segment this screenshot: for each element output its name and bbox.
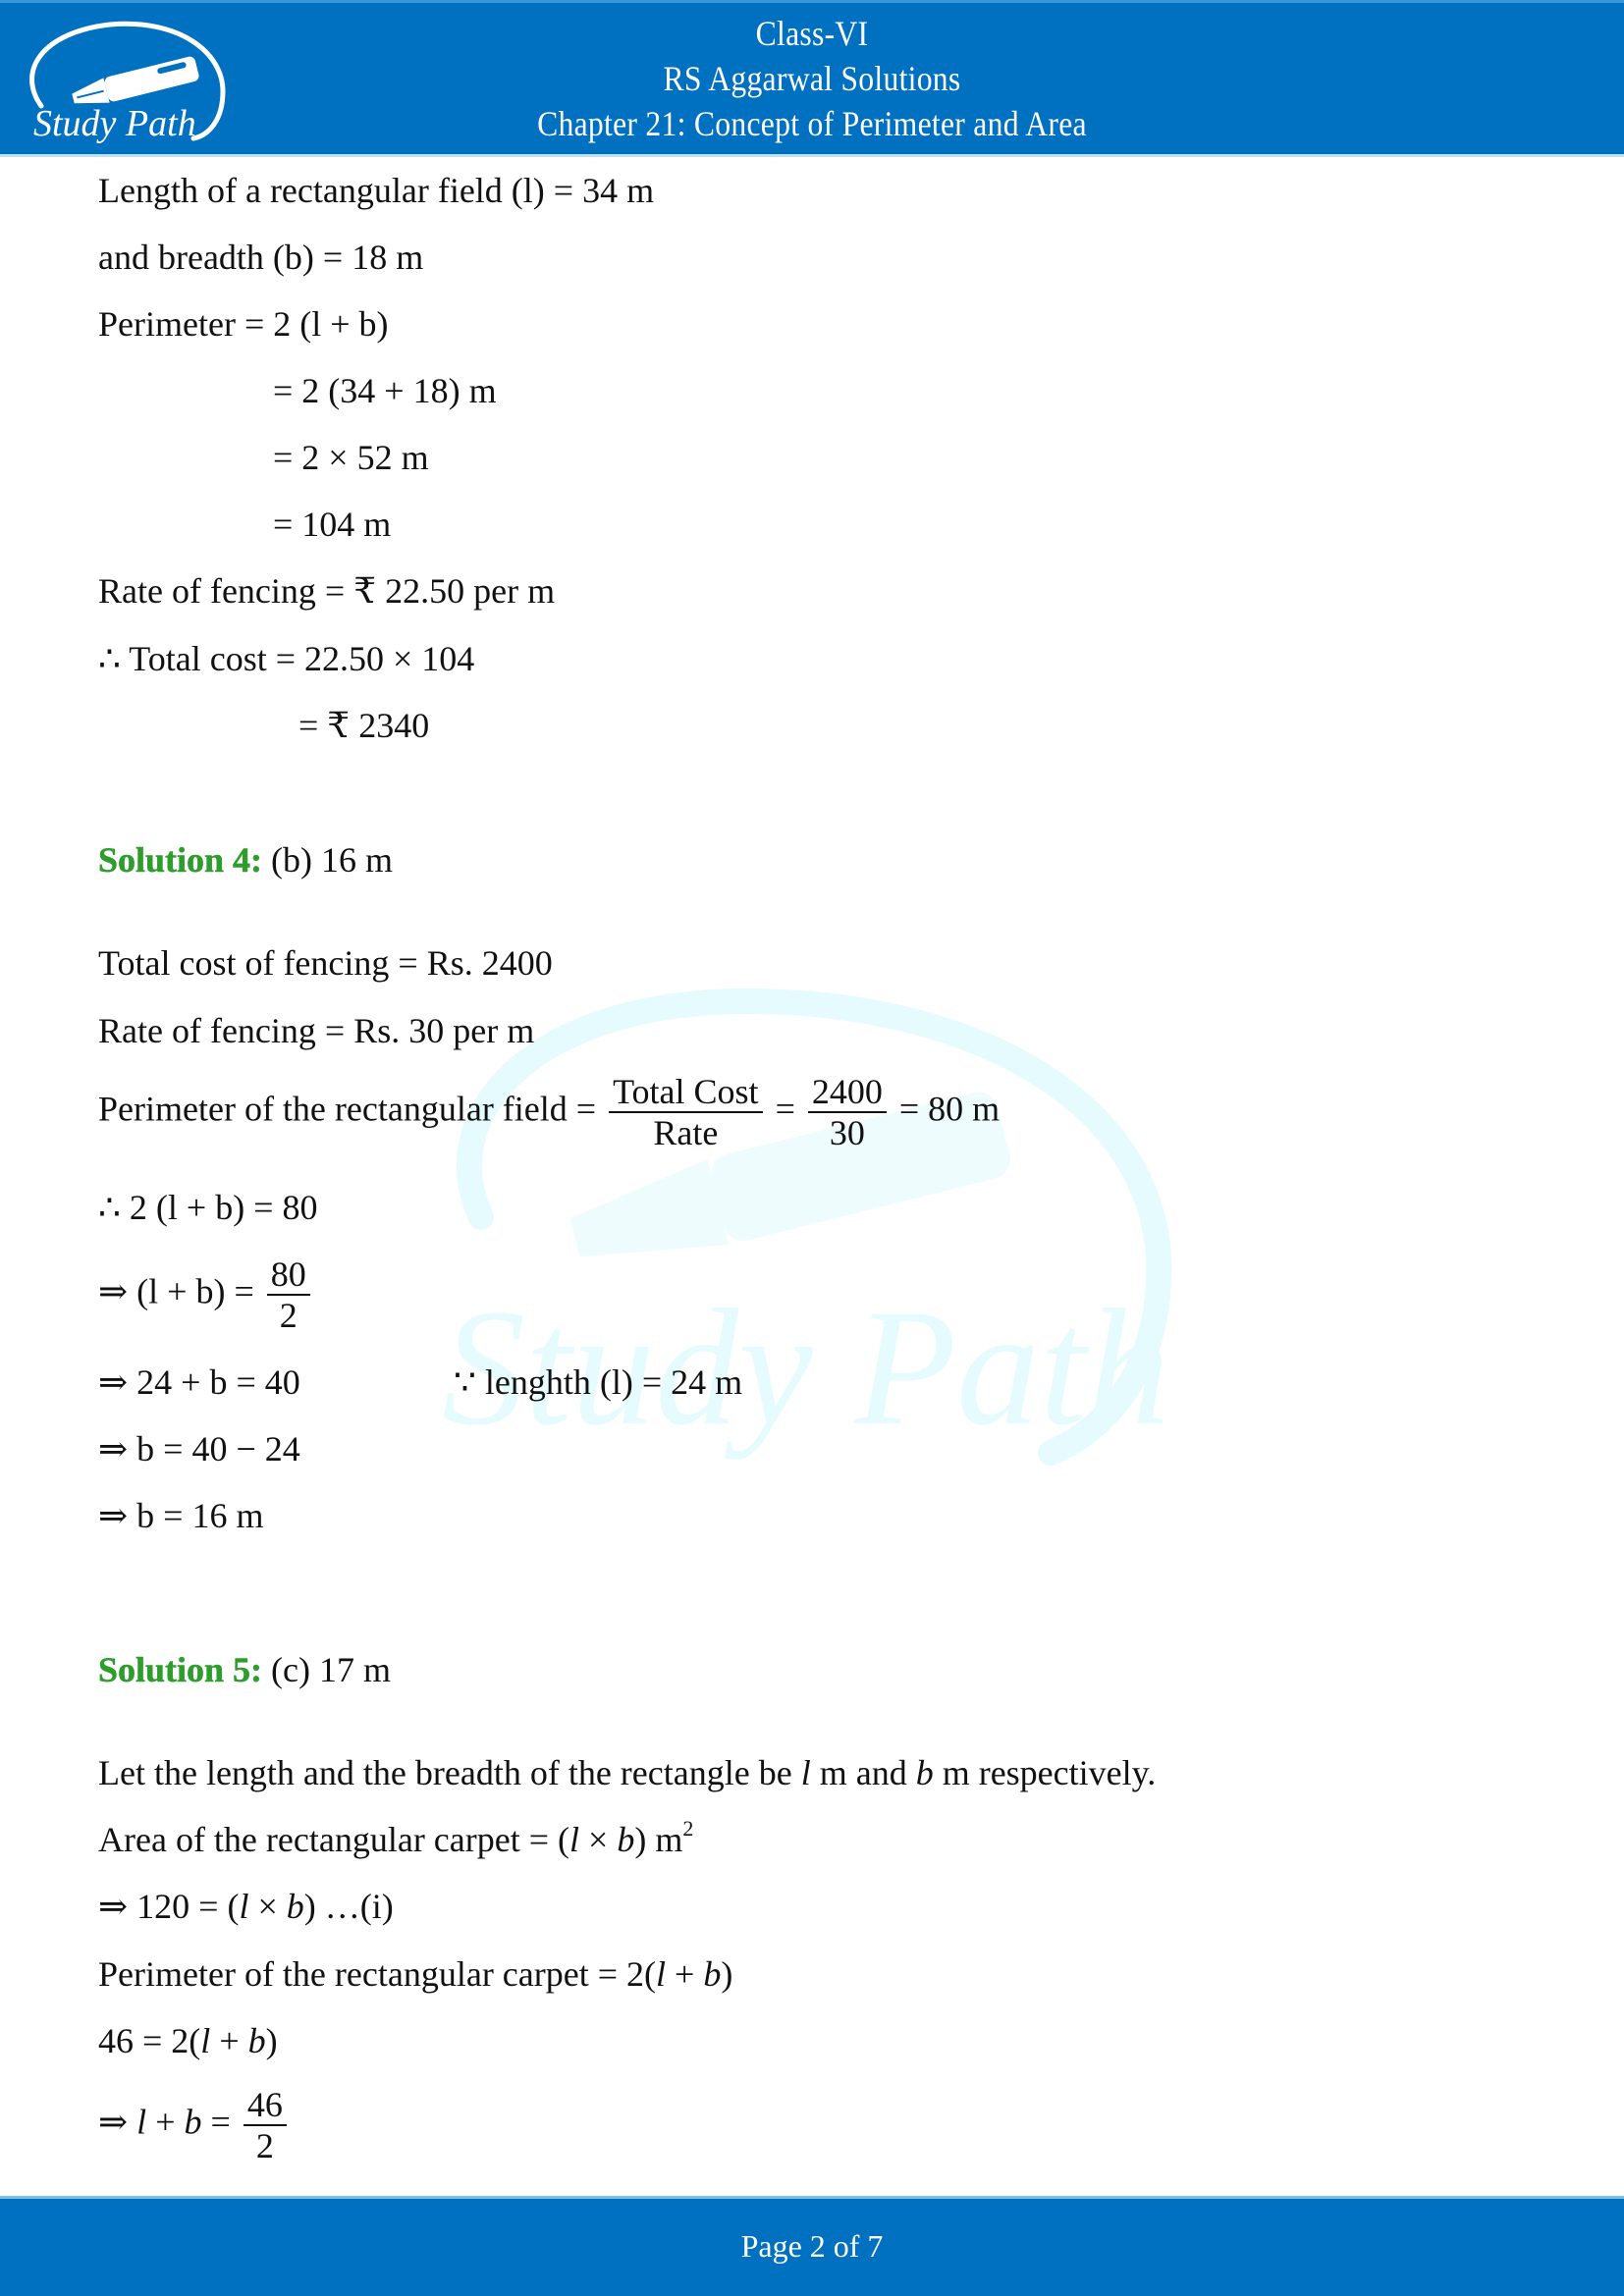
sol3-line-total-cost: ∴ Total cost = 22.50 × 104 xyxy=(98,639,475,678)
sol3-line-perimeter-result: = 104 m xyxy=(273,505,392,544)
sol3-line-rate: Rate of fencing = ₹ 22.50 per m xyxy=(98,571,556,611)
text: + xyxy=(146,2102,185,2142)
var-b: b xyxy=(703,1954,722,1994)
sol5-eq3: ⇒ l + b = 46 2 xyxy=(98,2085,291,2165)
sol3-line-perimeter-step2: = 2 × 52 m xyxy=(273,438,429,477)
text: ) m xyxy=(634,1820,683,1859)
sol4-perimeter-prefix: Perimeter of the rectangular field = xyxy=(98,1089,597,1129)
sol5-intro: Let the length and the breadth of the re… xyxy=(98,1753,1156,1792)
sol4-step2: ⇒ (l + b) = 80 2 xyxy=(98,1255,314,1335)
sol5-eq1: ⇒ 120 = (l × b) …(i) xyxy=(98,1887,394,1926)
text: + xyxy=(666,1954,704,1994)
sol4-step4: ⇒ b = 40 − 24 xyxy=(98,1429,300,1468)
text: ) xyxy=(721,1954,733,1994)
fraction-numerator: Total Cost xyxy=(609,1072,763,1113)
solution5-label: Solution 5: xyxy=(98,1650,263,1690)
chapter-title: Chapter 21: Concept of Perimeter and Are… xyxy=(537,104,1087,143)
superscript: 2 xyxy=(682,1816,694,1841)
sol4-line-total-cost: Total cost of fencing = Rs. 2400 xyxy=(98,943,553,983)
sol5-area: Area of the rectangular carpet = (l × b)… xyxy=(98,1818,693,1860)
var-b: b xyxy=(915,1753,934,1792)
sol3-line-length: Length of a rectangular field (l) = 34 m xyxy=(98,171,655,210)
text: m and xyxy=(810,1753,916,1792)
sol4-perimeter-result: = 80 m xyxy=(898,1089,1001,1129)
sol3-line-total-cost-result: = ₹ 2340 xyxy=(298,706,430,745)
solution5-heading: Solution 5: (c) 17 m xyxy=(98,1650,392,1690)
fraction-numerator: 46 xyxy=(243,2085,287,2126)
text: Let the length and the breadth of the re… xyxy=(98,1753,801,1792)
solution4-answer: (b) 16 m xyxy=(271,840,394,880)
fraction-denominator: Rate xyxy=(653,1113,719,1152)
var-b: b xyxy=(617,1820,635,1859)
var-b: b xyxy=(247,2021,266,2060)
text: ) xyxy=(265,2021,278,2060)
header-titles: Class-VI RS Aggarwal Solutions Chapter 2… xyxy=(0,11,1624,146)
fraction-2400-over-30: 2400 30 xyxy=(807,1072,887,1152)
book-title: RS Aggarwal Solutions xyxy=(663,59,961,98)
var-l: l xyxy=(656,1954,667,1994)
var-l: l xyxy=(200,2021,211,2060)
sol3-line-perimeter-formula: Perimeter = 2 (l + b) xyxy=(98,304,389,344)
fraction-80-over-2: 80 2 xyxy=(266,1255,310,1335)
var-l: l xyxy=(239,1887,249,1926)
var-l: l xyxy=(569,1820,580,1859)
fraction-denominator: 2 xyxy=(279,1296,298,1335)
fraction-numerator: 2400 xyxy=(807,1072,887,1113)
sol4-step1: ∴ 2 (l + b) = 80 xyxy=(98,1188,318,1227)
page-footer: Page 2 of 7 xyxy=(0,2196,1624,2296)
text: × xyxy=(579,1820,618,1859)
sol3-line-breadth: and breadth (b) = 18 m xyxy=(98,238,424,277)
text: m respectively. xyxy=(933,1753,1157,1792)
text: ) …(i) xyxy=(303,1887,394,1926)
text: Perimeter of the rectangular carpet = 2( xyxy=(98,1954,657,1994)
fraction-denominator: 30 xyxy=(829,1113,865,1152)
text: ⇒ xyxy=(98,2102,137,2142)
var-l: l xyxy=(800,1753,811,1792)
sol4-perimeter-equation: Perimeter of the rectangular field = Tot… xyxy=(98,1072,1000,1152)
var-b: b xyxy=(184,2102,202,2142)
text: × xyxy=(248,1887,287,1926)
sol4-step2-prefix: ⇒ (l + b) = xyxy=(98,1271,254,1311)
sol5-eq2: 46 = 2(l + b) xyxy=(98,2021,278,2060)
fraction-numerator: 80 xyxy=(266,1255,310,1296)
page-header: Study Path Class-VI RS Aggarwal Solution… xyxy=(0,0,1624,157)
fraction-46-over-2: 46 2 xyxy=(243,2085,287,2165)
solution4-heading: Solution 4: (b) 16 m xyxy=(98,840,394,881)
solution4-label: Solution 4: xyxy=(98,840,263,881)
sol4-line-rate: Rate of fencing = Rs. 30 per m xyxy=(98,1011,535,1050)
text: Area of the rectangular carpet = ( xyxy=(98,1820,570,1859)
text: = xyxy=(201,2102,231,2142)
text: ⇒ 120 = ( xyxy=(98,1887,240,1926)
class-title: Class-VI xyxy=(755,14,869,53)
fraction-denominator: 2 xyxy=(255,2126,274,2165)
text: 46 = 2( xyxy=(98,2021,201,2060)
solution5-answer: (c) 17 m xyxy=(271,1650,392,1689)
sol5-perimeter: Perimeter of the rectangular carpet = 2(… xyxy=(98,1954,732,1994)
page-number: Page 2 of 7 xyxy=(740,2228,884,2264)
fraction-total-cost-over-rate: Total Cost Rate xyxy=(609,1072,763,1152)
sol4-step3: ⇒ 24 + b = 40 xyxy=(98,1362,300,1402)
var-b: b xyxy=(286,1887,304,1926)
sol4-step5: ⇒ b = 16 m xyxy=(98,1496,264,1535)
equals-sign: = xyxy=(775,1089,795,1129)
text: + xyxy=(210,2021,248,2060)
sol4-step3-note: ∵ lenghth (l) = 24 m xyxy=(454,1362,743,1402)
var-l: l xyxy=(136,2102,147,2142)
sol3-line-perimeter-step1: = 2 (34 + 18) m xyxy=(273,371,497,410)
